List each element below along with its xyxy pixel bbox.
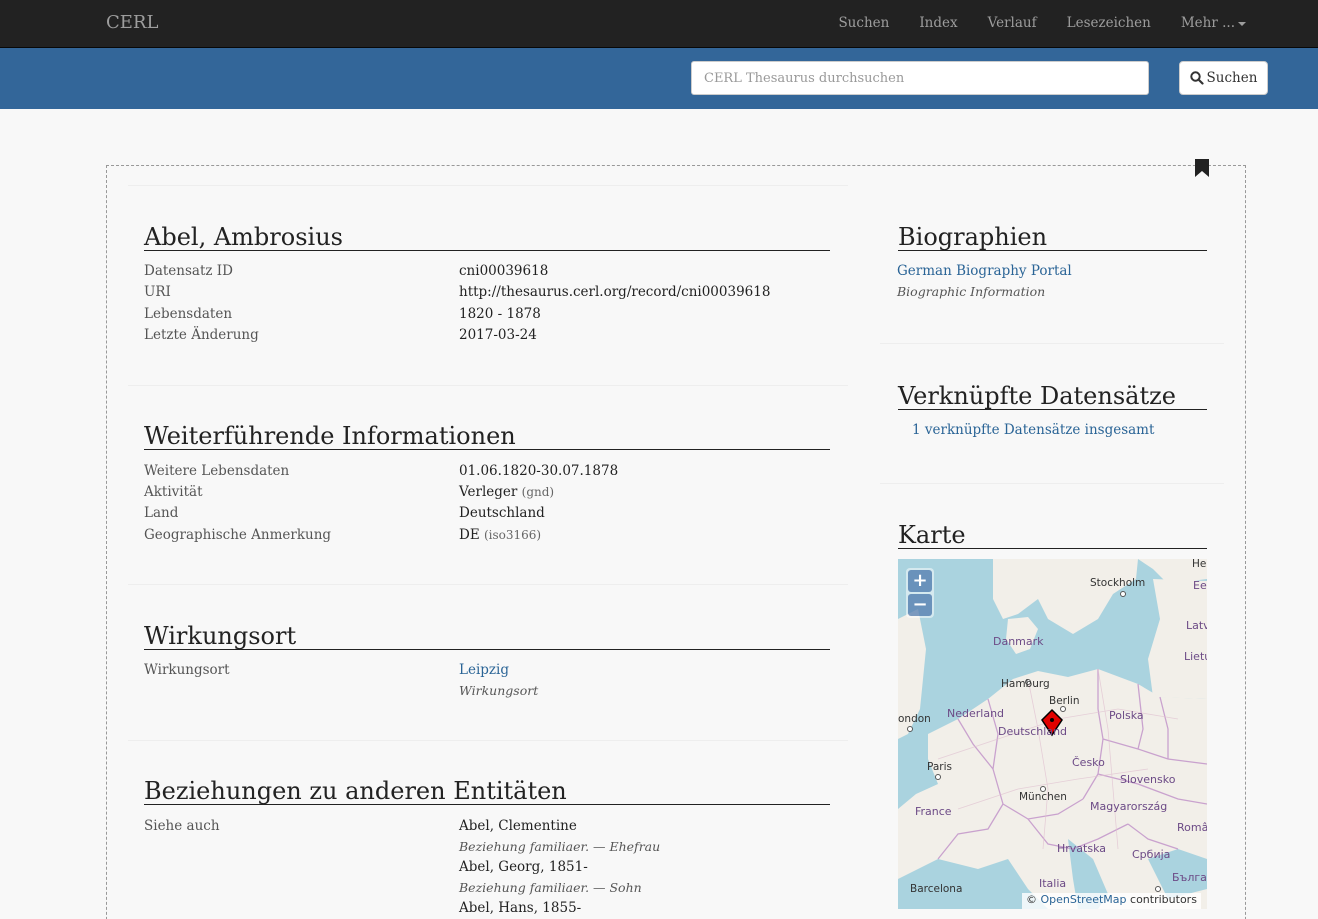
map-label: Deutschland — [998, 725, 1068, 738]
zoom-in-button[interactable]: + — [908, 570, 932, 592]
map-label: Nederland — [947, 707, 1005, 720]
field-label: Wirkungsort — [144, 662, 230, 678]
map-label: Magyarország — [1090, 800, 1168, 813]
relation-name[interactable]: Abel, Hans, 1855- — [459, 900, 581, 916]
field-value-text: 01.06.1820-30.07.1878 — [459, 463, 619, 479]
field-source: (iso3166) — [483, 528, 542, 542]
nav-link-verlauf[interactable]: Verlauf — [988, 15, 1037, 31]
map-view[interactable]: Helsin Stockholm Eesti Latvija Danmark L… — [898, 559, 1207, 909]
search-bar: Suchen — [0, 48, 1318, 109]
biography-note: Biographic Information — [897, 284, 1046, 299]
search-button-label: Suchen — [1206, 70, 1258, 86]
caret-down-icon — [1238, 21, 1246, 26]
map-label: Česko — [1072, 756, 1105, 769]
map-label: Berlin — [1049, 695, 1080, 707]
field-label: Weitere Lebensdaten — [144, 463, 290, 479]
field-value-text: Verleger — [459, 484, 518, 500]
map-label: Polska — [1109, 709, 1144, 722]
map-title: Karte — [898, 522, 1207, 549]
map-attribution: © OpenStreetMap contributors — [1022, 893, 1201, 909]
german-biography-portal-link[interactable]: German Biography Portal — [897, 263, 1072, 279]
map-label: Hrvatska — [1057, 842, 1107, 855]
copyright-icon: © — [1026, 893, 1037, 906]
field-label: Aktivität — [144, 484, 203, 500]
nav-link-index[interactable]: Index — [919, 15, 957, 31]
openstreetmap-link[interactable]: OpenStreetMap — [1041, 893, 1127, 906]
field-value: http://thesaurus.cerl.org/record/cni0003… — [459, 284, 771, 300]
field-value: 2017-03-24 — [459, 327, 537, 343]
place-section-title: Wirkungsort — [144, 623, 830, 650]
map-label: Србија — [1132, 848, 1171, 861]
map-label: Hamburg — [1001, 678, 1050, 690]
place-link-leipzig[interactable]: Leipzig — [459, 662, 509, 678]
place-note: Wirkungsort — [459, 683, 539, 698]
map-label: Italia — [1039, 877, 1067, 890]
field-label: Letzte Änderung — [144, 327, 259, 343]
section-divider — [880, 483, 1224, 484]
field-value: cni00039618 — [459, 263, 549, 279]
field-value: DE (iso3166) — [459, 527, 541, 543]
map-label: ondon — [898, 713, 931, 725]
zoom-out-button[interactable]: − — [908, 594, 932, 616]
top-navbar: CERL Suchen Index Verlauf Lesezeichen Me… — [0, 0, 1318, 48]
relation-name[interactable]: Abel, Georg, 1851- — [459, 859, 588, 875]
nav-dropdown-mehr[interactable]: Mehr ... — [1181, 15, 1246, 31]
relation-note: Beziehung familiaer. — Sohn — [459, 880, 642, 895]
record-title: Abel, Ambrosius — [144, 224, 830, 251]
field-value: 01.06.1820-30.07.1878 — [459, 463, 618, 479]
linked-records-link[interactable]: 1 verknüpfte Datensätze insgesamt — [912, 422, 1154, 438]
relation-note: Beziehung familiaer. — Ehefrau — [459, 839, 661, 854]
brand-logo[interactable]: CERL — [106, 12, 158, 33]
field-value: Verleger (gnd) — [459, 484, 554, 500]
field-label: Lebensdaten — [144, 306, 233, 322]
section-divider — [128, 185, 848, 186]
section-divider — [128, 584, 848, 585]
map-label: Români — [1177, 821, 1207, 834]
search-button[interactable]: Suchen — [1179, 61, 1268, 95]
map-label: Helsin — [1192, 559, 1207, 570]
section-divider — [128, 740, 848, 741]
info-section-title: Weiterführende Informationen — [144, 423, 830, 450]
search-icon — [1189, 71, 1204, 85]
relation-name[interactable]: Abel, Clementine — [459, 818, 577, 834]
nav-links: Suchen Index Verlauf Lesezeichen Mehr ..… — [808, 0, 1246, 46]
attribution-suffix: contributors — [1130, 893, 1197, 906]
map-zoom-control: + − — [906, 568, 934, 618]
linked-records-title: Verknüpfte Datensätze — [898, 383, 1207, 410]
field-label: Siehe auch — [144, 818, 220, 834]
map-label: Barcelona — [910, 883, 963, 895]
map-label: Lietuva — [1184, 650, 1207, 663]
field-label: Datensatz ID — [144, 263, 233, 279]
nav-link-lesezeichen[interactable]: Lesezeichen — [1067, 15, 1151, 31]
map-label: Stockholm — [1090, 577, 1146, 589]
field-label: Geographische Anmerkung — [144, 527, 332, 543]
map-label: Slovensko — [1120, 773, 1176, 786]
field-source: (gnd) — [521, 485, 555, 499]
map-label: Latvija — [1186, 619, 1207, 632]
search-input[interactable] — [691, 61, 1149, 95]
map-label: Бълга — [1172, 871, 1207, 884]
map-label: München — [1019, 791, 1067, 803]
nav-link-suchen[interactable]: Suchen — [838, 15, 889, 31]
biographies-title: Biographien — [898, 224, 1207, 251]
map-label: Eesti — [1193, 579, 1207, 592]
field-label: URI — [144, 284, 171, 300]
field-value: Deutschland — [459, 505, 545, 521]
field-value-text: DE — [459, 527, 480, 543]
map-label: Danmark — [993, 635, 1044, 648]
bookmark-icon[interactable] — [1195, 159, 1209, 177]
field-label: Land — [144, 505, 179, 521]
nav-dropdown-label: Mehr ... — [1180, 15, 1235, 31]
relations-section-title: Beziehungen zu anderen Entitäten — [144, 778, 830, 805]
map-label: Paris — [927, 761, 952, 773]
field-value: 1820 - 1878 — [459, 306, 541, 322]
section-divider — [128, 385, 848, 386]
field-value-text: Deutschland — [459, 505, 545, 521]
map-label: France — [915, 805, 952, 818]
section-divider — [880, 343, 1224, 344]
